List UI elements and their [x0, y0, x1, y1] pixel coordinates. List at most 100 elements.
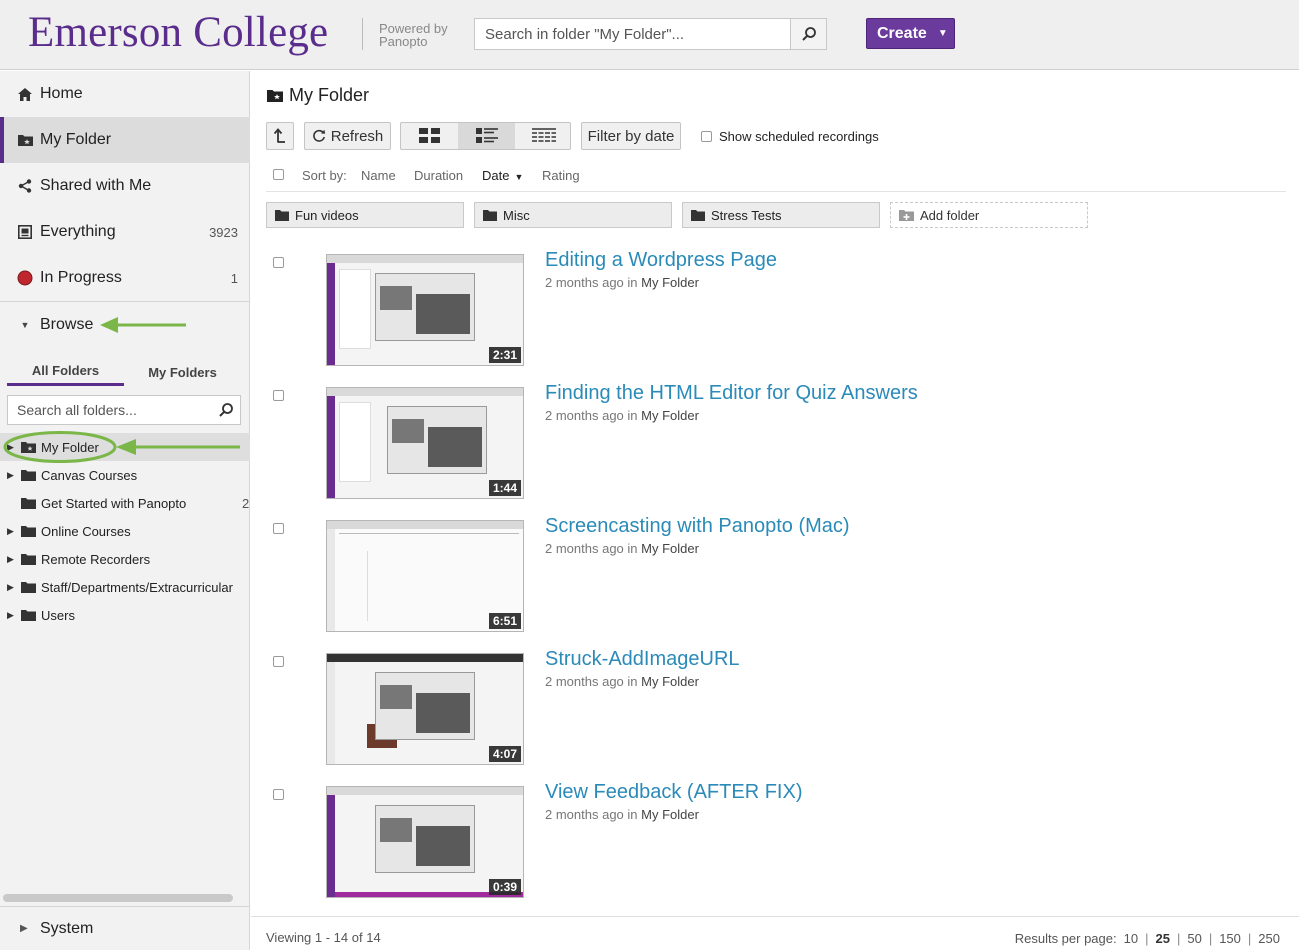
- nav-shared-label: Shared with Me: [40, 177, 152, 194]
- session-folder-link[interactable]: My Folder: [641, 807, 699, 822]
- duration-badge: 1:44: [488, 480, 521, 496]
- nav-my-folder[interactable]: My Folder: [0, 117, 250, 163]
- session-thumbnail[interactable]: 0:39: [326, 786, 524, 898]
- session-meta: 2 months ago in My Folder: [545, 541, 699, 556]
- view-details-button[interactable]: [458, 123, 515, 149]
- tree-label: Staff/Departments/Extracurricular: [41, 579, 233, 595]
- session-meta: 2 months ago in My Folder: [545, 807, 699, 822]
- session-thumbnail[interactable]: 2:31: [326, 254, 524, 366]
- tab-all-folders[interactable]: All Folders: [7, 358, 124, 386]
- expand-arrow-icon[interactable]: ▶: [7, 582, 14, 593]
- expand-arrow-icon: ▶: [20, 923, 28, 934]
- expand-arrow-icon[interactable]: ▶: [7, 610, 14, 621]
- home-icon: [17, 86, 33, 102]
- session-checkbox[interactable]: [273, 257, 284, 268]
- session-title-link[interactable]: Struck-AddImageURL: [545, 648, 740, 671]
- create-button[interactable]: Create ▼: [866, 18, 955, 49]
- select-all-checkbox[interactable]: [273, 169, 284, 180]
- per-page-250[interactable]: 250: [1258, 931, 1280, 946]
- session-checkbox[interactable]: [273, 789, 284, 800]
- expand-arrow-icon[interactable]: ▶: [7, 442, 14, 453]
- session-row: 1:44 Finding the HTML Editor for Quiz An…: [251, 377, 1291, 510]
- tree-item-users[interactable]: ▶ Users: [0, 601, 250, 629]
- nav-system[interactable]: ▶ System: [0, 906, 250, 950]
- sort-duration[interactable]: Duration: [414, 168, 463, 183]
- per-page-150[interactable]: 150: [1219, 931, 1241, 946]
- show-scheduled-toggle[interactable]: Show scheduled recordings: [701, 129, 879, 144]
- expand-arrow-icon[interactable]: ▶: [7, 526, 14, 537]
- refresh-button[interactable]: Refresh: [304, 122, 391, 150]
- tree-item-remote-recorders[interactable]: ▶ Remote Recorders: [0, 545, 250, 573]
- per-page-50[interactable]: 50: [1187, 931, 1201, 946]
- expand-arrow-icon[interactable]: ▶: [7, 554, 14, 565]
- powered-by-panopto[interactable]: Powered by Panopto: [379, 22, 469, 48]
- library-icon: [17, 224, 33, 240]
- session-thumbnail[interactable]: 1:44: [326, 387, 524, 499]
- session-age: 2 months ago: [545, 275, 624, 290]
- results-footer: Viewing 1 - 14 of 14 Results per page: 1…: [251, 916, 1299, 950]
- viewing-count: Viewing 1 - 14 of 14: [266, 930, 381, 945]
- session-title-link[interactable]: Editing a Wordpress Page: [545, 249, 777, 272]
- sort-date[interactable]: Date ▼: [482, 168, 523, 183]
- session-folder-link[interactable]: My Folder: [641, 275, 699, 290]
- session-title-link[interactable]: Finding the HTML Editor for Quiz Answers: [545, 382, 918, 405]
- top-header: Emerson College Powered by Panopto Creat…: [0, 0, 1299, 70]
- tree-label: Users: [41, 607, 75, 623]
- browse-toggle[interactable]: ▼ Browse: [0, 302, 250, 348]
- search-icon[interactable]: [218, 402, 234, 418]
- nav-shared-with-me[interactable]: Shared with Me: [0, 163, 250, 209]
- tree-item-canvas-courses[interactable]: ▶ Canvas Courses: [0, 461, 250, 489]
- expand-arrow-icon[interactable]: ▶: [7, 470, 14, 481]
- session-title-link[interactable]: View Feedback (AFTER FIX): [545, 781, 802, 804]
- system-label: System: [40, 919, 94, 937]
- nav-everything[interactable]: Everything 3923: [0, 209, 250, 255]
- session-folder-link[interactable]: My Folder: [641, 674, 699, 689]
- session-folder-link[interactable]: My Folder: [641, 541, 699, 556]
- add-folder-button[interactable]: Add folder: [890, 202, 1088, 228]
- in-progress-count: 1: [230, 270, 238, 286]
- tree-item-online-courses[interactable]: ▶ Online Courses: [0, 517, 250, 545]
- subfolder-stress-tests[interactable]: Stress Tests: [682, 202, 880, 228]
- add-folder-label: Add folder: [920, 207, 980, 223]
- sort-rating[interactable]: Rating: [542, 168, 580, 183]
- view-thumbnails-button[interactable]: [401, 123, 458, 149]
- sort-date-label: Date: [482, 167, 510, 183]
- session-checkbox[interactable]: [273, 523, 284, 534]
- tab-my-folders[interactable]: My Folders: [124, 358, 241, 386]
- refresh-label: Refresh: [330, 127, 384, 145]
- filter-by-date-button[interactable]: Filter by date: [581, 122, 681, 150]
- session-meta: 2 months ago in My Folder: [545, 408, 699, 423]
- session-folder-link[interactable]: My Folder: [641, 408, 699, 423]
- folder-star-icon: [21, 442, 36, 453]
- all-folders-search-input[interactable]: [8, 396, 208, 424]
- nav-home[interactable]: Home: [0, 71, 250, 117]
- subfolder-fun-videos[interactable]: Fun videos: [266, 202, 464, 228]
- session-checkbox[interactable]: [273, 656, 284, 667]
- subfolder-label: Stress Tests: [711, 207, 782, 223]
- up-level-button[interactable]: [266, 122, 294, 150]
- session-thumbnail[interactable]: 6:51: [326, 520, 524, 632]
- view-table-button[interactable]: [515, 123, 572, 149]
- folder-icon: [21, 554, 36, 565]
- session-title-link[interactable]: Screencasting with Panopto (Mac): [545, 515, 850, 538]
- session-checkbox[interactable]: [273, 390, 284, 401]
- brand-logo[interactable]: Emerson College: [28, 8, 328, 57]
- tree-item-staff-departments[interactable]: ▶ Staff/Departments/Extracurricular: [0, 573, 250, 601]
- tree-item-my-folder[interactable]: ▶ My Folder: [0, 433, 250, 461]
- scheduled-checkbox[interactable]: [701, 131, 712, 142]
- nav-in-progress[interactable]: In Progress 1: [0, 255, 250, 301]
- up-arrow-icon: [274, 128, 285, 143]
- sidebar: Home My Folder Shared with Me Everything…: [0, 71, 250, 950]
- session-meta: 2 months ago in My Folder: [545, 674, 699, 689]
- session-thumbnail[interactable]: 4:07: [326, 653, 524, 765]
- sort-name[interactable]: Name: [361, 168, 396, 183]
- subfolder-misc[interactable]: Misc: [474, 202, 672, 228]
- per-page-25[interactable]: 25: [1155, 931, 1169, 946]
- search-button[interactable]: [790, 19, 826, 49]
- tree-item-get-started[interactable]: Get Started with Panopto 2: [0, 489, 250, 517]
- folder-search-input[interactable]: [475, 19, 791, 49]
- sidebar-scrollbar[interactable]: [3, 894, 233, 902]
- page-title: My Folder: [267, 85, 369, 106]
- tree-label: Get Started with Panopto: [41, 495, 187, 511]
- per-page-10[interactable]: 10: [1124, 931, 1138, 946]
